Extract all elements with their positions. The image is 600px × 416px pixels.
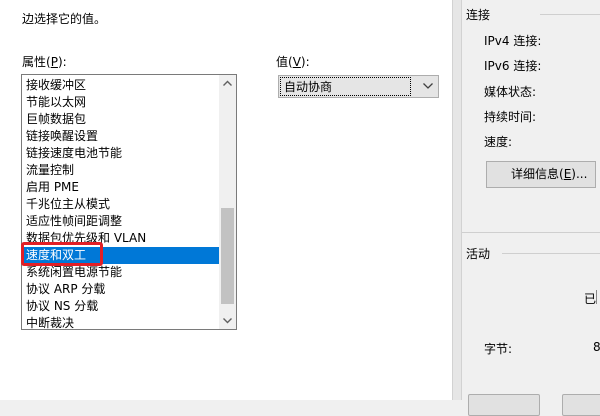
property-label-key: P <box>50 55 58 69</box>
property-listbox[interactable]: 接收缓冲区 节能以太网 巨帧数据包 链接唤醒设置 链接速度电池节能 流量控制 启… <box>21 74 237 330</box>
value-label-key: V <box>292 55 301 69</box>
property-item[interactable]: 节能以太网 <box>22 94 220 111</box>
scroll-down-arrow-icon[interactable] <box>219 312 236 329</box>
property-item[interactable]: 链接唤醒设置 <box>22 128 220 145</box>
connection-heading: 连接 <box>466 8 491 22</box>
status-panel: 连接 IPv4 连接: IPv6 连接: 媒体状态: 持续时间: 速度: 详细信… <box>462 0 600 416</box>
speed-label: 速度: <box>484 135 513 149</box>
bytes-value-partial: 8 <box>593 340 600 354</box>
details-button-prefix: 详细信息( <box>511 167 564 181</box>
property-item[interactable]: 巨帧数据包 <box>22 111 220 128</box>
description-text: 边选择它的值。 <box>22 0 442 28</box>
value-label: 值(V): <box>276 53 310 70</box>
property-item[interactable]: 协议 NS 分载 <box>22 298 220 315</box>
property-item[interactable]: 启用 PME <box>22 179 220 196</box>
listbox-scrollbar[interactable] <box>219 75 236 329</box>
duration-label: 持续时间: <box>484 110 537 124</box>
description-line-1 <box>22 0 442 10</box>
property-item[interactable]: 流量控制 <box>22 162 220 179</box>
connection-separator <box>540 14 600 15</box>
properties-button-partial[interactable] <box>468 394 540 416</box>
bytes-label: 字节: <box>484 342 513 356</box>
window-divider <box>452 0 462 400</box>
property-label-suffix: ): <box>57 55 67 69</box>
value-label-prefix: 值( <box>276 55 293 69</box>
property-label: 属性(P): <box>22 53 67 70</box>
selection-highlight-box <box>21 242 103 266</box>
activity-separator <box>502 253 600 254</box>
details-button-suffix: )... <box>571 167 588 181</box>
property-item[interactable]: 中断裁决 <box>22 315 220 332</box>
value-combobox-selected: 自动协商 <box>280 77 411 96</box>
description-line-2: 边选择它的值。 <box>22 12 107 26</box>
disable-button-partial[interactable] <box>562 394 600 416</box>
scrollbar-thumb[interactable] <box>221 208 234 304</box>
panel-separator <box>462 232 600 233</box>
advanced-properties-dialog: 边选择它的值。 属性(P): 值(V): 接收缓冲区 节能以太网 巨帧数据包 链… <box>0 0 452 400</box>
sent-label-partial: 已 <box>584 292 597 306</box>
property-item[interactable]: 千兆位主从模式 <box>22 196 220 213</box>
chevron-down-icon[interactable] <box>421 79 435 93</box>
property-item[interactable]: 系统闲置电源节能 <box>22 264 220 281</box>
activity-column-divider <box>596 290 597 304</box>
value-label-suffix: ): <box>300 55 310 69</box>
media-state-label: 媒体状态: <box>484 85 537 99</box>
details-button[interactable]: 详细信息(E)... <box>486 161 596 188</box>
activity-heading: 活动 <box>466 247 491 261</box>
property-item[interactable]: 接收缓冲区 <box>22 77 220 94</box>
property-item[interactable]: 适应性帧间距调整 <box>22 213 220 230</box>
scroll-up-arrow-icon[interactable] <box>219 75 236 92</box>
ipv4-label: IPv4 连接: <box>484 34 542 48</box>
property-list-items: 接收缓冲区 节能以太网 巨帧数据包 链接唤醒设置 链接速度电池节能 流量控制 启… <box>22 77 220 332</box>
value-combobox[interactable]: 自动协商 <box>278 75 439 98</box>
property-label-prefix: 属性( <box>22 55 51 69</box>
property-item[interactable]: 协议 ARP 分载 <box>22 281 220 298</box>
ipv6-label: IPv6 连接: <box>484 59 542 73</box>
property-item[interactable]: 链接速度电池节能 <box>22 145 220 162</box>
